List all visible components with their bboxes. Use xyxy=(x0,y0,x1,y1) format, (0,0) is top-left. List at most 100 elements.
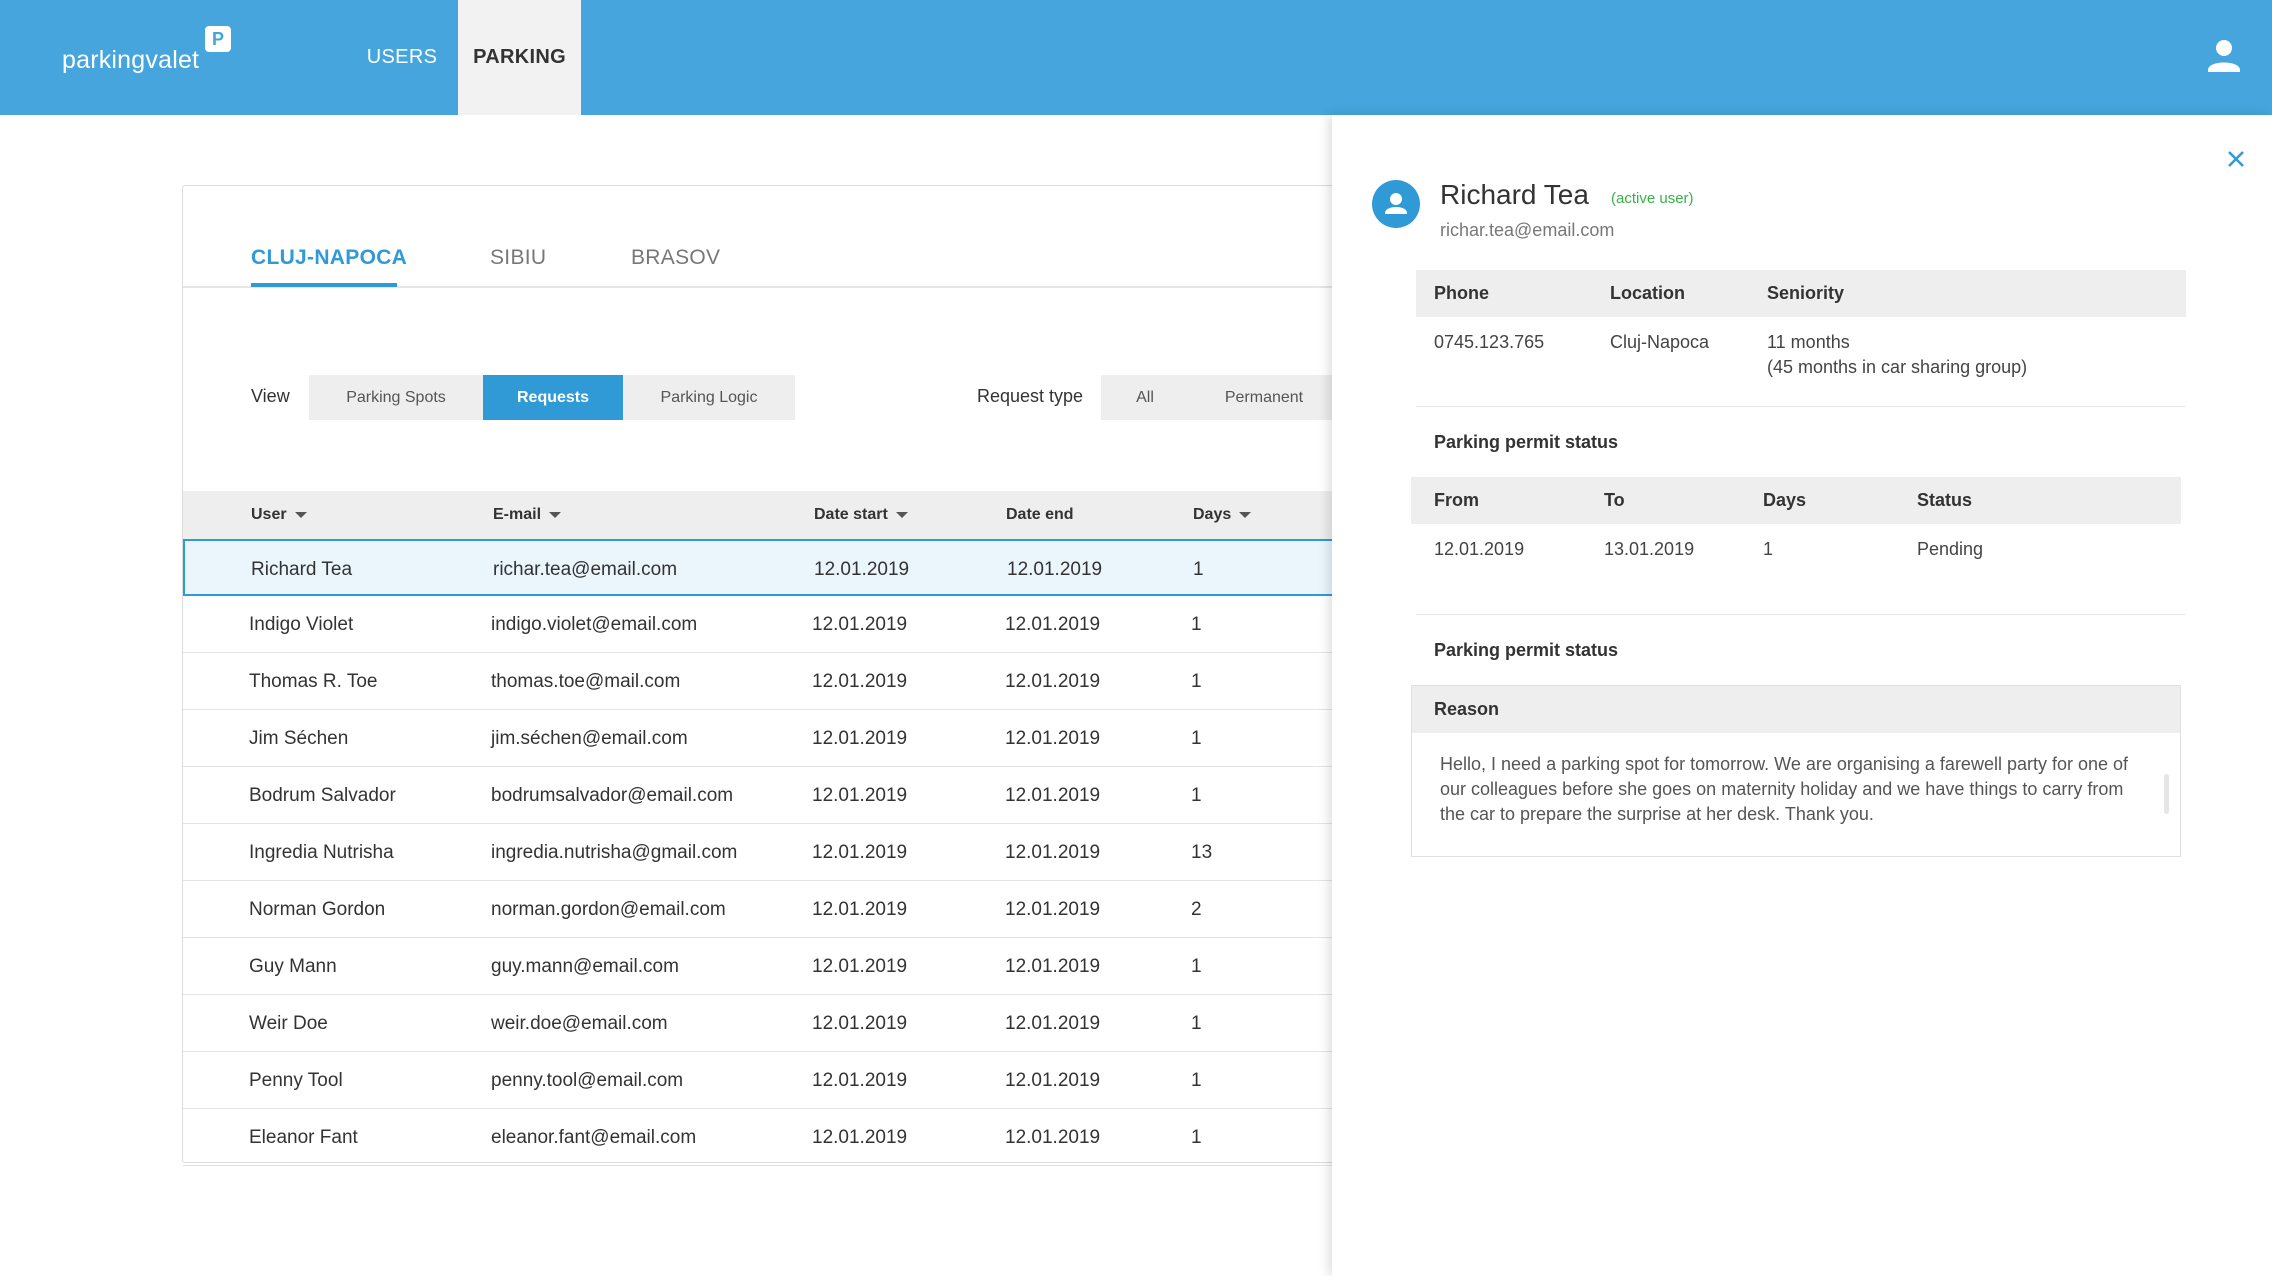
phone-value: 0745.123.765 xyxy=(1434,332,1545,352)
table-row[interactable]: Richard Tea richar.tea@email.com 12.01.201… xyxy=(183,539,1383,596)
seniority-note: (45 months in car sharing group) xyxy=(1767,357,2028,377)
location-header: Location xyxy=(1610,283,1685,303)
user-icon[interactable] xyxy=(2204,36,2244,76)
cell-days: 1 xyxy=(1193,559,1204,580)
reason-label: Reason xyxy=(1434,699,1500,719)
cell-date-start: 12.01.2019 xyxy=(812,671,908,692)
tab-brasov[interactable]: BRASOV xyxy=(631,246,720,270)
cell-date-start: 12.01.2019 xyxy=(812,728,908,749)
cell-email: eleanor.fant@email.com xyxy=(491,1127,697,1148)
cell-user: Bodrum Salvador xyxy=(249,785,396,806)
column-days-header[interactable]: Days xyxy=(1193,491,1252,539)
close-icon[interactable] xyxy=(2220,143,2252,175)
table-row[interactable]: Guy Mann guy.mann@email.com 12.01.2019 12.0… xyxy=(183,938,1383,995)
view-parking-spots-button[interactable]: Parking Spots xyxy=(309,375,483,420)
permit-section-title: Parking permit status xyxy=(1434,432,1619,452)
table-row[interactable]: Penny Tool penny.tool@email.com 12.01.2019… xyxy=(183,1052,1383,1109)
cell-date-end: 12.01.2019 xyxy=(1005,614,1101,635)
table-row[interactable]: Weir Doe weir.doe@email.com 12.01.2019 12.0… xyxy=(183,995,1383,1052)
cell-date-start: 12.01.2019 xyxy=(812,899,908,920)
table-row[interactable]: Norman Gordon norman.gordon@email.com 12.0… xyxy=(183,881,1383,938)
cell-date-start: 12.01.2019 xyxy=(812,1127,908,1148)
cell-user: Norman Gordon xyxy=(249,899,386,920)
cell-days: 1 xyxy=(1191,1013,1202,1034)
cell-user: Eleanor Fant xyxy=(249,1127,358,1148)
nav-users[interactable]: USERS xyxy=(340,0,464,115)
table-row[interactable]: Jim Séchen jim.séchen@email.com 12.01.2019… xyxy=(183,710,1383,767)
tab-sibiu[interactable]: SIBIU xyxy=(490,246,546,270)
cell-user: Weir Doe xyxy=(249,1013,328,1034)
column-date-start-label: Date start xyxy=(814,506,888,523)
table-row[interactable]: Eleanor Fant eleanor.fant@email.com 12.01.… xyxy=(183,1109,1383,1166)
column-user-label: User xyxy=(251,506,287,523)
table-header: User E-mail Date start Date end Days xyxy=(183,491,1383,539)
reason-text: Hello, I need a parking spot for tomorro… xyxy=(1440,754,2129,824)
seniority-value: 11 months xyxy=(1767,332,1850,352)
user-email: richar.tea@email.com xyxy=(1440,220,1615,240)
cell-date-end: 12.01.2019 xyxy=(1005,1070,1101,1091)
cell-date-end: 12.01.2019 xyxy=(1005,956,1101,977)
cell-date-start: 12.01.2019 xyxy=(812,1013,908,1034)
permit-days-value: 1 xyxy=(1763,539,1774,559)
cell-date-end: 12.01.2019 xyxy=(1005,1127,1101,1148)
nav-parking[interactable]: PARKING xyxy=(458,0,581,115)
cell-date-start: 12.01.2019 xyxy=(812,785,908,806)
cell-email: bodrumsalvador@email.com xyxy=(491,785,734,806)
permit-from-value: 12.01.2019 xyxy=(1434,539,1525,559)
cell-email: guy.mann@email.com xyxy=(491,956,679,977)
cell-days: 1 xyxy=(1191,728,1202,749)
view-requests-button[interactable]: Requests xyxy=(483,375,623,420)
permit-section-title-2: Parking permit status xyxy=(1434,640,1619,660)
seniority-header: Seniority xyxy=(1767,283,1845,303)
cell-date-start: 12.01.2019 xyxy=(812,842,908,863)
user-name: Richard Tea xyxy=(1440,179,1589,210)
view-parking-logic-button[interactable]: Parking Logic xyxy=(623,375,795,420)
user-detail-panel: Richard Tea (active user) richar.tea@ema… xyxy=(1332,115,2272,1276)
cell-days: 1 xyxy=(1191,1070,1202,1091)
cell-days: 1 xyxy=(1191,671,1202,692)
sort-caret-icon xyxy=(1239,511,1252,518)
cell-date-start: 12.01.2019 xyxy=(812,614,908,635)
request-type-permanent-button[interactable]: Permanent xyxy=(1189,375,1339,420)
request-type-all-button[interactable]: All xyxy=(1101,375,1189,420)
cell-email: richar.tea@email.com xyxy=(493,559,678,580)
table-row[interactable]: Ingredia Nutrisha ingredia.nutrisha@gmail… xyxy=(183,824,1383,881)
reason-box: Reason Hello, I need a parking spot for … xyxy=(1411,685,2181,857)
cell-date-end: 12.01.2019 xyxy=(1005,899,1101,920)
divider xyxy=(1416,406,2186,407)
reason-header: Reason xyxy=(1412,686,2180,733)
column-user-header[interactable]: User xyxy=(251,491,307,539)
cell-date-end: 12.01.2019 xyxy=(1005,671,1101,692)
active-tab-indicator xyxy=(251,283,397,287)
top-bar: parkingvalet P USERS PARKING xyxy=(0,0,2272,115)
requests-card: CLUJ-NAPOCA SIBIU BRASOV View Parking Sp… xyxy=(182,185,1383,1166)
user-info-header: Phone Location Seniority xyxy=(1416,270,2186,317)
tab-cluj-napoca[interactable]: CLUJ-NAPOCA xyxy=(251,246,407,270)
cell-user: Penny Tool xyxy=(249,1070,343,1091)
sort-caret-icon xyxy=(895,511,908,518)
city-tabs: CLUJ-NAPOCA SIBIU BRASOV xyxy=(183,186,1383,288)
cell-email: thomas.toe@mail.com xyxy=(491,671,681,692)
column-email-header[interactable]: E-mail xyxy=(493,491,562,539)
location-value: Cluj-Napoca xyxy=(1610,332,1710,352)
cell-days: 1 xyxy=(1191,1127,1202,1148)
cell-email: penny.tool@email.com xyxy=(491,1070,684,1091)
phone-header: Phone xyxy=(1434,283,1490,303)
cell-user: Jim Séchen xyxy=(249,728,349,749)
cell-date-end: 12.01.2019 xyxy=(1005,1013,1101,1034)
days-header: Days xyxy=(1763,490,1807,510)
column-date-start-header[interactable]: Date start xyxy=(814,491,908,539)
from-header: From xyxy=(1434,490,1479,510)
reason-scrollbar[interactable] xyxy=(2164,774,2169,814)
logo[interactable]: parkingvalet xyxy=(62,46,199,75)
permit-to-value: 13.01.2019 xyxy=(1604,539,1695,559)
cell-days: 13 xyxy=(1191,842,1213,863)
table-row[interactable]: Indigo Violet indigo.violet@email.com 12.0… xyxy=(183,596,1383,653)
cell-email: indigo.violet@email.com xyxy=(491,614,698,635)
table-row[interactable]: Thomas R. Toe thomas.toe@mail.com 12.01.20… xyxy=(183,653,1383,710)
cell-user: Ingredia Nutrisha xyxy=(249,842,394,863)
to-header: To xyxy=(1604,490,1625,510)
table-row[interactable]: Bodrum Salvador bodrumsalvador@email.com 1… xyxy=(183,767,1383,824)
cell-email: ingredia.nutrisha@gmail.com xyxy=(491,842,738,863)
column-date-end-header: Date end xyxy=(1006,491,1074,539)
